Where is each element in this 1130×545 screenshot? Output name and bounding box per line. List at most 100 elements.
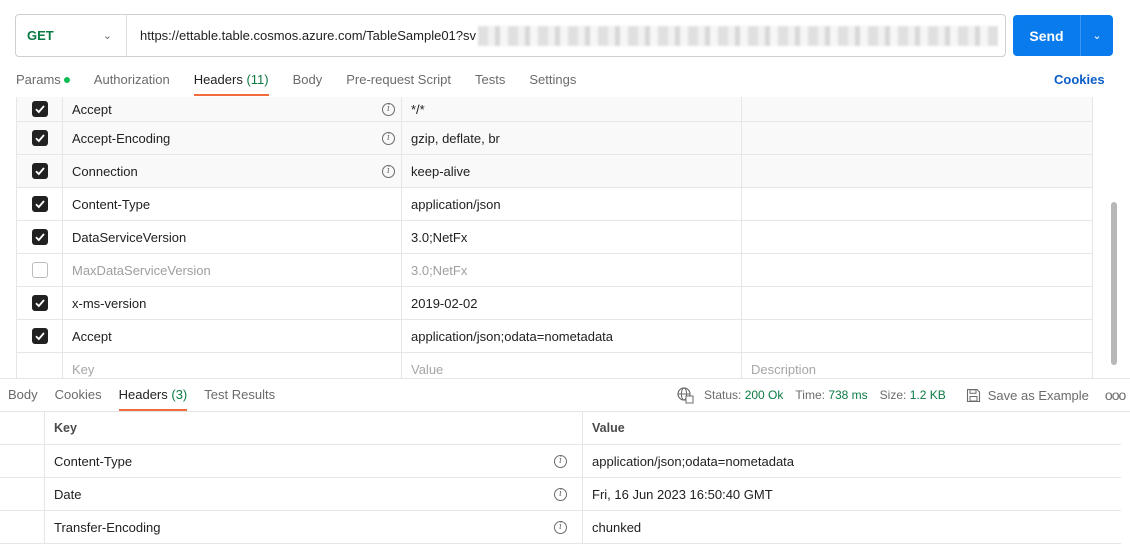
response-header-key: Date — [54, 486, 82, 502]
tab-params[interactable]: Params — [16, 62, 70, 97]
new-value-input[interactable]: Value — [411, 362, 443, 377]
info-icon[interactable]: i — [382, 131, 395, 145]
header-checkbox[interactable] — [31, 295, 48, 311]
tab-label: Cookies — [54, 387, 102, 402]
tab-pre-request-script[interactable]: Pre-request Script — [346, 62, 451, 97]
params-indicator-dot — [63, 76, 70, 83]
header-value[interactable]: 2019-02-02 — [411, 296, 478, 311]
header-description[interactable] — [741, 320, 1093, 352]
size-readout[interactable]: Size: 1.2 KB — [880, 388, 946, 402]
status-readout[interactable]: Status: 200 Ok — [704, 388, 783, 402]
column-header-key: Key — [54, 421, 77, 435]
chevron-down-icon: ⌄ — [102, 30, 112, 42]
header-description[interactable] — [741, 287, 1093, 319]
cookies-link[interactable]: Cookies — [1054, 72, 1105, 87]
tab-headers[interactable]: Headers (11) — [193, 62, 269, 97]
tab-label: Authorization — [93, 72, 170, 87]
size-value: 1.2 KB — [909, 388, 946, 402]
time-readout[interactable]: Time: 738 ms — [795, 388, 867, 402]
size-label: Size: — [879, 388, 907, 402]
tab-label: Params — [16, 72, 61, 87]
more-options-icon[interactable]: ooo — [1105, 387, 1126, 403]
header-key[interactable]: Connection — [72, 164, 138, 179]
response-header-key: Transfer-Encoding — [54, 519, 161, 535]
header-description[interactable] — [741, 155, 1093, 187]
header-key[interactable]: MaxDataServiceVersion — [72, 263, 211, 278]
scrollbar-thumb[interactable] — [1111, 202, 1117, 365]
header-value[interactable]: application/json — [411, 197, 501, 212]
header-key[interactable]: DataServiceVersion — [72, 230, 186, 245]
header-description[interactable] — [741, 254, 1093, 286]
header-value[interactable]: application/json;odata=nometadata — [411, 329, 613, 344]
header-key[interactable]: x-ms-version — [72, 296, 146, 311]
info-icon[interactable]: i — [554, 487, 567, 501]
request-scrollbar[interactable] — [1108, 97, 1120, 378]
header-value[interactable]: 3.0;NetFx — [411, 230, 467, 245]
header-description[interactable] — [741, 188, 1093, 220]
header-description[interactable] — [741, 221, 1093, 253]
table-row: Accept i */* — [16, 97, 1093, 122]
header-key[interactable]: Accept-Encoding — [72, 131, 170, 146]
send-button[interactable]: Send — [1013, 15, 1080, 56]
header-key[interactable]: Content-Type — [72, 197, 150, 212]
check-icon — [34, 167, 45, 176]
save-as-example-button[interactable]: Save as Example — [966, 388, 1089, 403]
tab-body[interactable]: Body — [293, 62, 323, 97]
response-headers-table: Key Value Content-Type i application/json… — [0, 412, 1121, 544]
header-value[interactable]: 3.0;NetFx — [411, 263, 467, 278]
tab-response-body[interactable]: Body — [8, 379, 38, 411]
tab-response-cookies[interactable]: Cookies — [55, 379, 102, 411]
tab-response-headers[interactable]: Headers (3) — [118, 379, 187, 411]
response-header-value: application/json;odata=nometadata — [592, 453, 795, 469]
method-select[interactable]: GET ⌄ — [16, 15, 127, 56]
time-label: Time: — [795, 388, 825, 402]
table-row: x-ms-version 2019-02-02 — [16, 287, 1093, 320]
header-description[interactable] — [741, 97, 1093, 121]
tab-count: (11) — [246, 72, 269, 87]
tab-label: Body — [8, 387, 38, 402]
header-checkbox[interactable] — [31, 163, 48, 179]
info-icon[interactable]: i — [382, 164, 395, 178]
header-value[interactable]: */* — [411, 102, 425, 117]
table-row: Accept-Encoding i gzip, deflate, br — [16, 122, 1093, 155]
header-value[interactable]: gzip, deflate, br — [411, 131, 500, 146]
table-row: DataServiceVersion 3.0;NetFx — [16, 221, 1093, 254]
tab-settings[interactable]: Settings — [529, 62, 576, 97]
tab-authorization[interactable]: Authorization — [94, 62, 170, 97]
send-options-button[interactable]: ⌄ — [1080, 15, 1113, 56]
header-value[interactable]: keep-alive — [411, 164, 470, 179]
url-input[interactable]: https://ettable.table.cosmos.azure.com/T… — [127, 28, 476, 43]
time-value: 738 ms — [828, 388, 868, 402]
header-checkbox[interactable] — [31, 328, 48, 344]
request-headers-table: Accept i */* Accept-Encoding i gzip, defla… — [16, 97, 1093, 378]
column-header-value: Value — [592, 421, 625, 435]
header-checkbox[interactable] — [31, 196, 48, 212]
info-icon[interactable]: i — [382, 102, 395, 116]
new-description-input[interactable]: Description — [751, 362, 816, 377]
header-description[interactable] — [741, 122, 1093, 154]
tab-tests[interactable]: Tests — [475, 62, 505, 97]
tab-test-results[interactable]: Test Results — [204, 379, 275, 411]
table-row: Content-Type i application/json;odata=nom… — [0, 445, 1121, 478]
table-row: Connection i keep-alive — [16, 155, 1093, 188]
url-bar: GET ⌄ https://ettable.table.cosmos.azure… — [15, 14, 1006, 57]
header-key[interactable]: Accept — [72, 329, 112, 344]
header-checkbox[interactable] — [31, 101, 48, 117]
url-redacted-region — [478, 25, 999, 46]
header-checkbox[interactable] — [31, 262, 48, 278]
check-icon — [34, 332, 45, 341]
tab-label: Headers — [193, 72, 243, 87]
info-icon[interactable]: i — [554, 454, 567, 468]
status-label: Status: — [704, 388, 742, 402]
tab-label: Tests — [475, 72, 506, 87]
info-icon[interactable]: i — [554, 520, 567, 534]
response-header-value: chunked — [592, 519, 642, 535]
check-icon — [34, 299, 45, 308]
globe-icon[interactable] — [676, 386, 694, 404]
header-key[interactable]: Accept — [72, 102, 112, 117]
header-checkbox[interactable] — [31, 130, 48, 146]
table-row: Accept application/json;odata=nometadata — [16, 320, 1093, 353]
new-key-input[interactable]: Key — [72, 362, 94, 377]
table-header-row: Key Value — [0, 412, 1121, 445]
header-checkbox[interactable] — [31, 229, 48, 245]
